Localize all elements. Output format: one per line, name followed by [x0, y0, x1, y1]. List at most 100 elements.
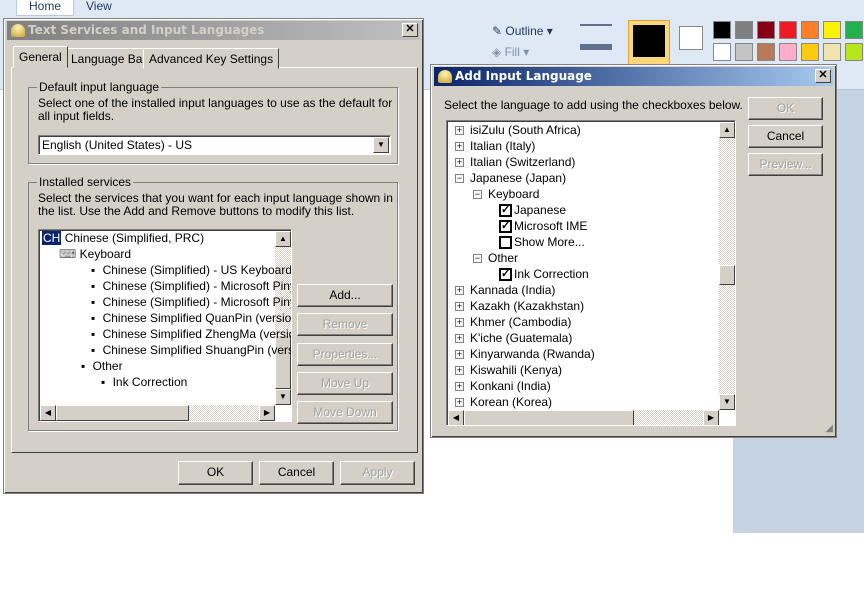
color-swatch[interactable]	[801, 43, 819, 61]
tree-row[interactable]: ✓ Ink Correction	[499, 266, 589, 282]
scroll-right-button[interactable]: ▶	[259, 405, 275, 421]
ok-button[interactable]: OK	[178, 461, 253, 485]
scroll-down-button[interactable]: ▼	[719, 394, 735, 410]
scroll-left-button[interactable]: ◀	[40, 405, 56, 421]
color-swatch[interactable]	[823, 43, 841, 61]
language-tree[interactable]: ▲ ▼ ◀ ▶ + isiZulu (South Africa) + Italian …	[446, 120, 736, 426]
tree-row[interactable]: + Italian (Switzerland)	[455, 154, 575, 170]
tree-row[interactable]: ✓ Microsoft IME	[499, 218, 587, 234]
chevron-down-icon[interactable]: ▼	[373, 137, 389, 153]
tree-keyboard-item[interactable]: ▪ Chinese Simplified QuanPin (version 6	[91, 310, 291, 326]
collapse-icon[interactable]: −	[455, 174, 464, 184]
color-swatch[interactable]	[845, 43, 863, 61]
scroll-right-button[interactable]: ▶	[703, 410, 719, 425]
color-swatch[interactable]	[713, 43, 731, 61]
tree-keyboard-item[interactable]: ▪ Chinese (Simplified) - Microsoft Pinyi…	[91, 278, 291, 294]
color-swatch[interactable]	[757, 21, 775, 39]
ribbon-tab-home[interactable]: Home	[16, 0, 75, 16]
move-down-button[interactable]: Move Down	[297, 401, 393, 424]
checkbox[interactable]: ✓	[499, 204, 512, 218]
tree-row[interactable]: + Khmer (Cambodia)	[455, 314, 571, 330]
collapse-icon[interactable]: −	[473, 254, 482, 264]
checkbox[interactable]: ✓	[499, 268, 512, 282]
expand-icon[interactable]: +	[455, 158, 464, 168]
resize-grip-icon[interactable]: ◢	[825, 423, 833, 434]
expand-icon[interactable]: +	[455, 286, 464, 296]
tree-row[interactable]: + Kazakh (Kazakhstan)	[455, 298, 584, 314]
checkbox[interactable]: ✓	[499, 220, 512, 234]
scroll-left-button[interactable]: ◀	[448, 410, 464, 425]
horizontal-scrollbar[interactable]: ◀ ▶	[40, 405, 275, 421]
collapse-icon[interactable]: −	[473, 190, 482, 200]
tree-row[interactable]: + K'iche (Guatemala)	[455, 330, 572, 346]
tree-row[interactable]: ✓ Japanese	[499, 202, 566, 218]
close-button[interactable]: ✕	[815, 69, 831, 83]
color-swatch[interactable]	[713, 21, 731, 39]
color-swatch[interactable]	[845, 21, 863, 39]
default-language-select[interactable]: English (United States) - US ▼	[38, 135, 391, 155]
move-up-button[interactable]: Move Up	[297, 372, 393, 395]
color-swatch[interactable]	[779, 43, 797, 61]
tab-general[interactable]: General	[13, 46, 68, 68]
color2-button[interactable]	[679, 26, 703, 50]
color-swatch[interactable]	[735, 21, 753, 39]
preview-button[interactable]: Preview...	[748, 153, 823, 176]
tree-row[interactable]: − Keyboard	[473, 186, 539, 202]
tree-keyboard-item[interactable]: ▪ Chinese (Simplified) - US Keyboard	[91, 262, 291, 278]
ok-button[interactable]: OK	[748, 97, 823, 120]
tab-advanced-key-settings[interactable]: Advanced Key Settings	[143, 48, 280, 69]
checkbox[interactable]	[499, 236, 512, 250]
expand-icon[interactable]: +	[455, 302, 464, 312]
tree-row[interactable]: + Kiswahili (Kenya)	[455, 362, 562, 378]
ribbon-tab-view[interactable]: View	[74, 0, 124, 15]
tree-row[interactable]: + Konkani (India)	[455, 378, 551, 394]
expand-icon[interactable]: +	[455, 366, 464, 376]
vertical-scrollbar[interactable]: ▲ ▼	[719, 122, 735, 410]
tree-ink-correction[interactable]: Ink Correction	[113, 375, 188, 389]
apply-button[interactable]: Apply	[340, 461, 415, 485]
properties-button[interactable]: Properties...	[297, 343, 393, 366]
color-swatch[interactable]	[757, 43, 775, 61]
close-button[interactable]: ✕	[402, 23, 418, 37]
tree-language[interactable]: Chinese (Simplified, PRC)	[65, 231, 204, 245]
tree-keyboard[interactable]: Keyboard	[80, 247, 131, 261]
expand-icon[interactable]: +	[455, 350, 464, 360]
services-tree[interactable]: CH Chinese (Simplified, PRC) ⌨ Keyboard …	[38, 229, 292, 422]
scroll-thumb[interactable]	[464, 410, 634, 425]
size-button[interactable]	[580, 24, 612, 50]
tree-row[interactable]: + Italian (Italy)	[455, 138, 535, 154]
remove-button[interactable]: Remove	[297, 313, 393, 336]
expand-icon[interactable]: +	[455, 142, 464, 152]
scroll-down-button[interactable]: ▼	[275, 389, 291, 405]
color-swatch[interactable]	[801, 21, 819, 39]
tree-row[interactable]: + Korean (Korea)	[455, 394, 552, 410]
scroll-up-button[interactable]: ▲	[719, 122, 735, 138]
tree-row[interactable]: + isiZulu (South Africa)	[455, 122, 581, 138]
expand-icon[interactable]: +	[455, 382, 464, 392]
cancel-button[interactable]: Cancel	[748, 125, 823, 148]
tree-keyboard-item[interactable]: ▪ Chinese Simplified ZhengMa (version	[91, 326, 291, 342]
scroll-thumb[interactable]	[56, 405, 189, 421]
color-swatch[interactable]	[823, 21, 841, 39]
tree-row[interactable]: + Kannada (India)	[455, 282, 555, 298]
tree-other[interactable]: Other	[93, 359, 123, 373]
tree-row[interactable]: Show More...	[499, 234, 585, 250]
horizontal-scrollbar[interactable]: ◀ ▶	[448, 410, 719, 425]
tab-language-bar[interactable]: Language Bar	[65, 48, 153, 69]
tree-row[interactable]: + Kinyarwanda (Rwanda)	[455, 346, 595, 362]
fill-button[interactable]: ◈ Fill ▾	[492, 45, 529, 59]
expand-icon[interactable]: +	[455, 334, 464, 344]
tree-keyboard-item[interactable]: ▪ Chinese Simplified ShuangPin (versio	[91, 342, 291, 358]
expand-icon[interactable]: +	[455, 398, 464, 408]
scroll-thumb[interactable]	[719, 265, 735, 285]
tree-keyboard-item[interactable]: ▪ Chinese (Simplified) - Microsoft Pinyi…	[91, 294, 291, 310]
color-swatch[interactable]	[735, 43, 753, 61]
tree-row[interactable]: − Japanese (Japan)	[455, 170, 566, 186]
tree-row[interactable]: − Other	[473, 250, 518, 266]
outline-button[interactable]: ✎ Outline ▾	[492, 24, 553, 38]
expand-icon[interactable]: +	[455, 126, 464, 136]
cancel-button[interactable]: Cancel	[259, 461, 334, 485]
scroll-up-button[interactable]: ▲	[275, 231, 291, 247]
add-button[interactable]: Add...	[297, 284, 393, 307]
color-swatch[interactable]	[779, 21, 797, 39]
